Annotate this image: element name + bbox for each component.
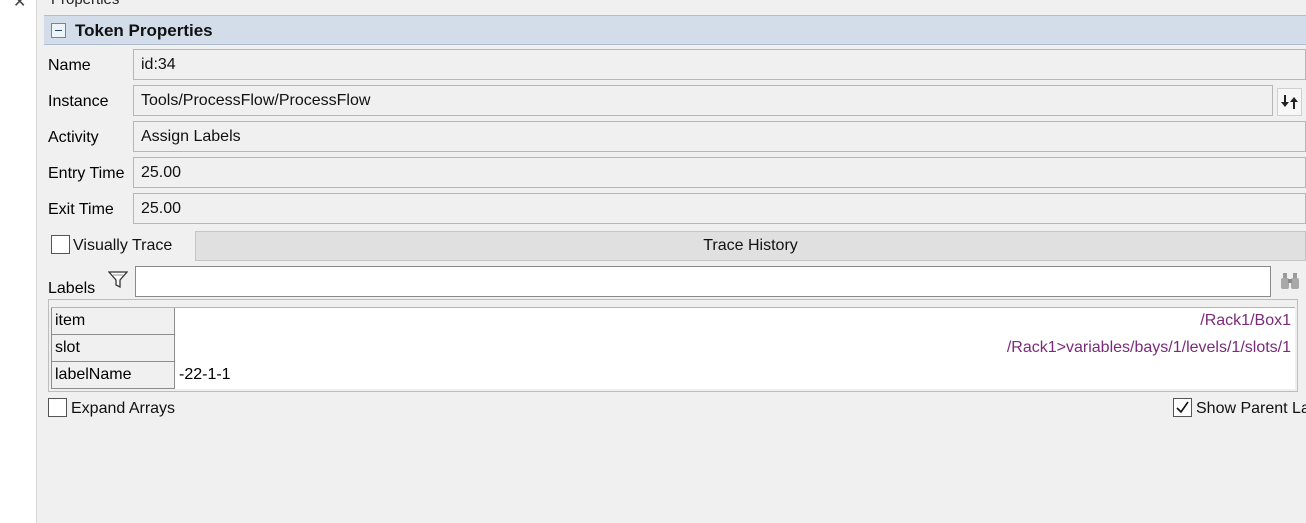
swap-icon bbox=[1281, 95, 1298, 109]
trace-history-button[interactable]: Trace History bbox=[195, 231, 1306, 261]
show-parent-checkbox[interactable] bbox=[1173, 398, 1192, 417]
visually-trace-label: Visually Trace bbox=[73, 237, 173, 254]
binoculars-icon[interactable] bbox=[1280, 271, 1300, 291]
collapse-icon[interactable] bbox=[51, 23, 66, 38]
token-properties-header[interactable]: Token Properties bbox=[44, 15, 1306, 45]
swap-button[interactable] bbox=[1277, 88, 1302, 116]
close-icon[interactable]: ✕ bbox=[13, 0, 26, 11]
checkmark-icon bbox=[1176, 401, 1189, 414]
table-row[interactable]: labelName -22-1-1 bbox=[51, 362, 1295, 389]
side-pane: ✕ bbox=[0, 0, 37, 523]
table-row[interactable]: item /Rack1/Box1 bbox=[51, 308, 1295, 335]
instance-field[interactable]: Tools/ProcessFlow/ProcessFlow bbox=[133, 85, 1273, 116]
labels-table: item /Rack1/Box1 slot /Rack1>variables/b… bbox=[48, 299, 1298, 392]
properties-panel: Properties Token Properties Name id:34 I… bbox=[44, 0, 1306, 523]
section-title: Token Properties bbox=[75, 21, 213, 40]
name-field[interactable]: id:34 bbox=[133, 49, 1306, 80]
name-label: Name bbox=[48, 57, 91, 74]
filter-icon[interactable] bbox=[108, 271, 128, 289]
label-value-link[interactable]: /Rack1/Box1 bbox=[175, 308, 1295, 335]
visually-trace-checkbox[interactable] bbox=[51, 235, 70, 254]
activity-field[interactable]: Assign Labels bbox=[133, 121, 1306, 152]
entry-time-label: Entry Time bbox=[48, 165, 125, 182]
panel-caption: Properties bbox=[51, 0, 119, 8]
label-key: labelName bbox=[51, 362, 175, 389]
exit-time-field[interactable]: 25.00 bbox=[133, 193, 1306, 224]
pane-splitter[interactable] bbox=[36, 0, 44, 523]
show-parent-label: Show Parent La bbox=[1196, 400, 1306, 417]
labels-table-body: item /Rack1/Box1 slot /Rack1>variables/b… bbox=[51, 307, 1295, 389]
activity-label: Activity bbox=[48, 129, 99, 146]
label-value-link[interactable]: /Rack1>variables/bays/1/levels/1/slots/1 bbox=[175, 335, 1295, 362]
label-key: slot bbox=[51, 335, 175, 362]
instance-label: Instance bbox=[48, 93, 109, 110]
table-row[interactable]: slot /Rack1>variables/bays/1/levels/1/sl… bbox=[51, 335, 1295, 362]
labels-title: Labels bbox=[48, 280, 96, 297]
expand-arrays-checkbox[interactable] bbox=[48, 398, 67, 417]
labels-search-input[interactable] bbox=[135, 266, 1271, 297]
label-key: item bbox=[51, 308, 175, 335]
expand-arrays-label: Expand Arrays bbox=[71, 400, 176, 417]
entry-time-field[interactable]: 25.00 bbox=[133, 157, 1306, 188]
exit-time-label: Exit Time bbox=[48, 201, 114, 218]
label-value[interactable]: -22-1-1 bbox=[175, 362, 1295, 389]
